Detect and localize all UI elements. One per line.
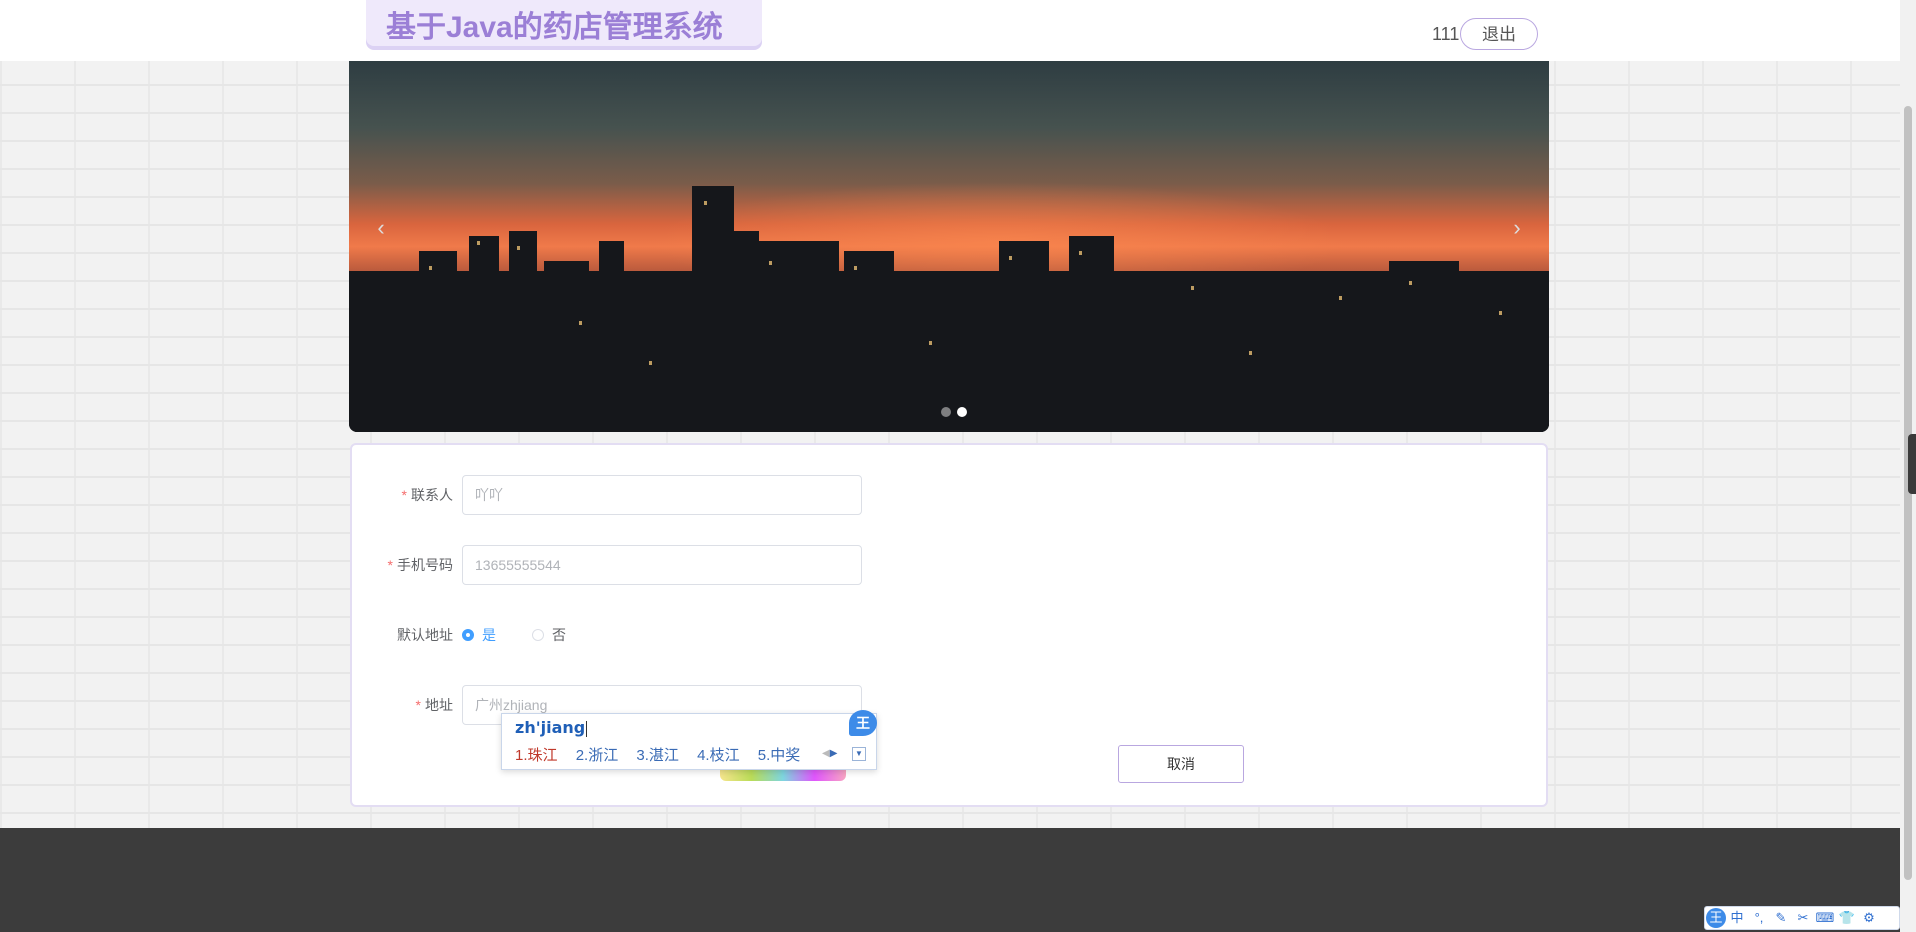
default-address-row: 默认地址 是 否 bbox=[352, 615, 952, 655]
logout-button[interactable]: 退出 bbox=[1460, 18, 1538, 50]
text-cursor bbox=[586, 720, 588, 737]
ime-candidate[interactable]: 3.湛江 bbox=[636, 747, 679, 764]
ime-chinese-mode-icon[interactable]: 中 bbox=[1726, 907, 1748, 929]
required-mark: * bbox=[401, 487, 407, 503]
address-label-text: 地址 bbox=[425, 697, 453, 713]
ime-status-bar: 王中 °, ✎ ✂ ⌨ 👕 ⚙ bbox=[1704, 906, 1900, 930]
ime-candidate[interactable]: 1.珠江 bbox=[515, 747, 558, 764]
ime-candidate-list: 1.珠江 2.浙江 3.湛江 4.枝江 5.中奖 bbox=[515, 744, 814, 765]
radio-no-label: 否 bbox=[552, 627, 566, 643]
ime-handwrite-icon[interactable]: ✎ bbox=[1770, 907, 1792, 929]
app-title: 基于Java的药店管理系统 bbox=[386, 11, 723, 44]
username-label: 111 bbox=[1432, 24, 1460, 44]
ime-page-nav: ◀▶ bbox=[822, 748, 837, 759]
banner-carousel: ‹ › bbox=[349, 61, 1549, 432]
carousel-dot[interactable] bbox=[941, 407, 951, 417]
ime-pinyin-text: zh'jiang bbox=[515, 718, 586, 737]
carousel-next-arrow-icon[interactable]: › bbox=[1499, 211, 1535, 247]
radio-checked-icon bbox=[462, 629, 474, 642]
contact-row: * 联系人 吖吖 bbox=[352, 475, 952, 515]
contact-label-text: 联系人 bbox=[411, 487, 453, 503]
cancel-button[interactable]: 取消 bbox=[1118, 745, 1244, 783]
app-title-banner: 基于Java的药店管理系统 bbox=[366, 0, 762, 46]
carousel-prev-arrow-icon[interactable]: ‹ bbox=[363, 211, 399, 247]
phone-input[interactable]: 13655555544 bbox=[462, 545, 862, 585]
contact-label: * 联系人 bbox=[353, 475, 453, 515]
contact-input[interactable]: 吖吖 bbox=[462, 475, 862, 515]
required-mark: * bbox=[415, 697, 421, 713]
ime-status-logo-icon[interactable]: 王 bbox=[1706, 908, 1726, 928]
address-label: * 地址 bbox=[353, 685, 453, 725]
ime-candidate[interactable]: 5.中奖 bbox=[758, 747, 801, 764]
city-skyline-image bbox=[349, 186, 1549, 432]
default-address-yes-radio[interactable]: 是 bbox=[462, 615, 496, 655]
side-handle[interactable] bbox=[1908, 434, 1916, 494]
ime-screenshot-icon[interactable]: ✂ bbox=[1792, 907, 1814, 929]
phone-label-text: 手机号码 bbox=[397, 557, 453, 573]
ime-settings-icon[interactable]: ⚙ bbox=[1858, 907, 1880, 929]
ime-punctuation-icon[interactable]: °, bbox=[1748, 907, 1770, 929]
ime-keyboard-icon[interactable]: ⌨ bbox=[1814, 907, 1836, 929]
required-mark: * bbox=[387, 557, 393, 573]
ime-candidate[interactable]: 4.枝江 bbox=[697, 747, 740, 764]
carousel-dot-active[interactable] bbox=[957, 407, 967, 417]
ime-next-page-icon[interactable]: ▶ bbox=[830, 748, 838, 759]
carousel-indicators bbox=[941, 404, 973, 422]
ime-candidate-popup: zh'jiang 1.珠江 2.浙江 3.湛江 4.枝江 5.中奖 ◀▶ ▼ 王 bbox=[501, 710, 877, 770]
ime-expand-icon[interactable]: ▼ bbox=[852, 747, 866, 761]
radio-unchecked-icon bbox=[532, 629, 544, 642]
top-header: 基于Java的药店管理系统 111 退出 bbox=[0, 0, 1900, 61]
page-footer bbox=[0, 828, 1900, 932]
phone-row: * 手机号码 13655555544 bbox=[352, 545, 952, 585]
default-address-label: 默认地址 bbox=[397, 627, 453, 643]
default-address-no-radio[interactable]: 否 bbox=[532, 615, 566, 655]
phone-label: * 手机号码 bbox=[353, 545, 453, 585]
radio-yes-label: 是 bbox=[482, 627, 496, 643]
ime-skin-icon[interactable]: 👕 bbox=[1836, 907, 1858, 929]
ime-prev-page-icon[interactable]: ◀ bbox=[822, 748, 830, 759]
ime-candidate[interactable]: 2.浙江 bbox=[576, 747, 619, 764]
ime-logo-icon: 王 bbox=[849, 710, 877, 736]
ime-pinyin-input: zh'jiang bbox=[515, 718, 588, 737]
